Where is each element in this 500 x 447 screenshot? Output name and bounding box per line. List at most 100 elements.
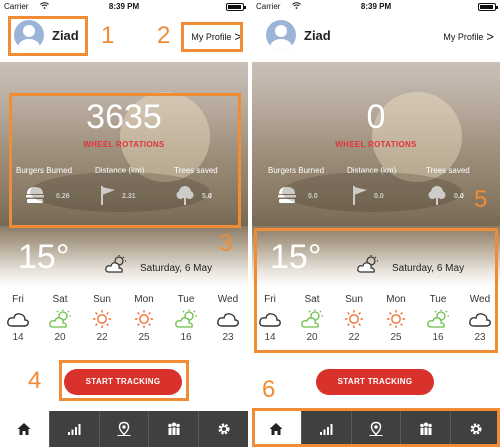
distance-label: Distance (km) [95, 166, 145, 175]
current-temperature: 15° [18, 238, 70, 276]
forecast-day: Sun 22 [334, 294, 374, 343]
forecast-day-temp: 22 [348, 332, 360, 343]
current-date: Saturday, 6 May [140, 263, 213, 274]
sun-icon [93, 310, 111, 328]
forecast-day-temp: 16 [432, 332, 444, 343]
annotation-number: 2 [157, 22, 171, 49]
forecast-day-temp: 23 [222, 332, 234, 343]
wheel-rotations-label: WHEEL ROTATIONS [83, 140, 165, 149]
cloud-icon [259, 313, 281, 327]
partly-sunny-icon [49, 309, 71, 328]
forecast-day-name: Tue [429, 294, 447, 305]
forecast-day-temp: 16 [180, 332, 192, 343]
tab-stats[interactable] [300, 411, 351, 447]
distance-value: 2.31 [122, 193, 136, 200]
tab-home[interactable] [0, 411, 49, 447]
forecast-day: Wed 23 [460, 294, 500, 343]
tab-home[interactable] [252, 411, 301, 447]
forecast-day-name: Wed [217, 294, 239, 305]
chevron-right-icon: > [234, 29, 242, 44]
wheel-rotation-count: 0 [366, 98, 386, 136]
tab-map[interactable] [98, 411, 149, 447]
forecast-day: Mon 25 [376, 294, 416, 343]
clock: 8:39 PM [360, 2, 392, 11]
avatar[interactable] [266, 20, 296, 50]
forecast-day-temp: 20 [306, 332, 318, 343]
forecast-day-name: Mon [134, 294, 154, 305]
map-pin-icon [117, 421, 131, 436]
annotation-number: 1 [101, 22, 115, 49]
forecast-day-temp: 14 [12, 332, 24, 343]
home-icon [17, 423, 31, 435]
forecast-day: Sat 20 [40, 294, 80, 343]
current-temperature: 15° [270, 238, 322, 276]
current-date: Saturday, 6 May [392, 263, 465, 274]
burgers-burned-value: 0.0 [308, 193, 318, 200]
gear-icon [470, 423, 482, 435]
forecast-day: Sun 22 [82, 294, 122, 343]
clock: 8:39 PM [108, 2, 140, 11]
trees-saved-label: Trees saved [174, 166, 218, 175]
annotation-number: 4 [28, 367, 42, 394]
start-tracking-button[interactable]: START TRACKING [316, 369, 434, 395]
home-icon [269, 423, 283, 435]
sun-icon [345, 310, 363, 328]
forecast-day-temp: 14 [264, 332, 276, 343]
annotation-number: 5 [474, 186, 488, 213]
bar-chart-icon [320, 424, 333, 435]
tab-bar [0, 411, 248, 447]
tab-community[interactable] [400, 411, 450, 447]
group-icon [419, 422, 432, 435]
distance-value: 0.0 [374, 193, 384, 200]
status-bar: Carrier 8:39 PM [0, 0, 248, 14]
app-screen-tracking: Carrier 8:39 PM Ziad My Profile > 3635 W… [0, 0, 248, 447]
weekly-forecast: Fri 14 Sat 20 Sun 22 Mon 25 Tue 16 Wed 2… [252, 294, 500, 354]
forecast-day-name: Fri [12, 294, 24, 305]
battery-icon [226, 3, 246, 11]
forecast-day-temp: 23 [474, 332, 486, 343]
burgers-burned-label: Burgers Burned [16, 166, 73, 175]
annotation-number: 6 [262, 376, 276, 403]
user-name: Ziad [52, 28, 79, 43]
tab-settings[interactable] [450, 411, 500, 447]
tab-bar [252, 411, 500, 447]
forecast-day: Sat 20 [292, 294, 332, 343]
cloud-icon [7, 313, 29, 327]
forecast-day-name: Fri [264, 294, 276, 305]
burgers-burned-value: 0.26 [56, 193, 70, 200]
weather-panel: 15° Saturday, 6 May Fri 14 Sat 20 Sun 22… [0, 226, 248, 354]
annotation-number: 3 [219, 230, 233, 257]
tab-settings[interactable] [198, 411, 248, 447]
forecast-day-temp: 22 [96, 332, 108, 343]
flag-icon [353, 186, 367, 205]
profile-header: Ziad My Profile > [252, 14, 500, 62]
forecast-day: Tue 16 [418, 294, 458, 343]
forecast-day-name: Tue [177, 294, 195, 305]
trees-saved-label: Trees saved [426, 166, 470, 175]
my-profile-link[interactable]: My Profile > [191, 29, 242, 44]
my-profile-link[interactable]: My Profile > [443, 29, 494, 44]
forecast-day: Tue 16 [166, 294, 206, 343]
tab-stats[interactable] [48, 411, 99, 447]
tree-icon [176, 186, 194, 205]
partly-sunny-icon [301, 309, 323, 328]
tree-icon [428, 186, 446, 205]
forecast-day: Fri 14 [252, 294, 290, 343]
tab-community[interactable] [148, 411, 198, 447]
trees-saved-value: 0.0 [454, 193, 464, 200]
weather-panel: 15° Saturday, 6 May Fri 14 Sat 20 Sun 22… [252, 226, 500, 354]
bar-chart-icon [68, 424, 81, 435]
avatar[interactable] [14, 20, 44, 50]
map-pin-icon [369, 421, 383, 436]
forecast-day-name: Mon [386, 294, 406, 305]
trees-saved-value: 5.0 [202, 193, 212, 200]
start-tracking-button[interactable]: START TRACKING [64, 369, 182, 395]
sun-icon [387, 310, 405, 328]
chevron-right-icon: > [486, 29, 494, 44]
tab-map[interactable] [350, 411, 401, 447]
forecast-day-name: Sat [52, 294, 68, 305]
profile-header: Ziad My Profile > [0, 14, 248, 62]
forecast-day-name: Sun [345, 294, 363, 305]
forecast-day-name: Wed [469, 294, 491, 305]
tracking-summary: 3635 WHEEL ROTATIONS Burgers Burned Dist… [0, 62, 248, 226]
